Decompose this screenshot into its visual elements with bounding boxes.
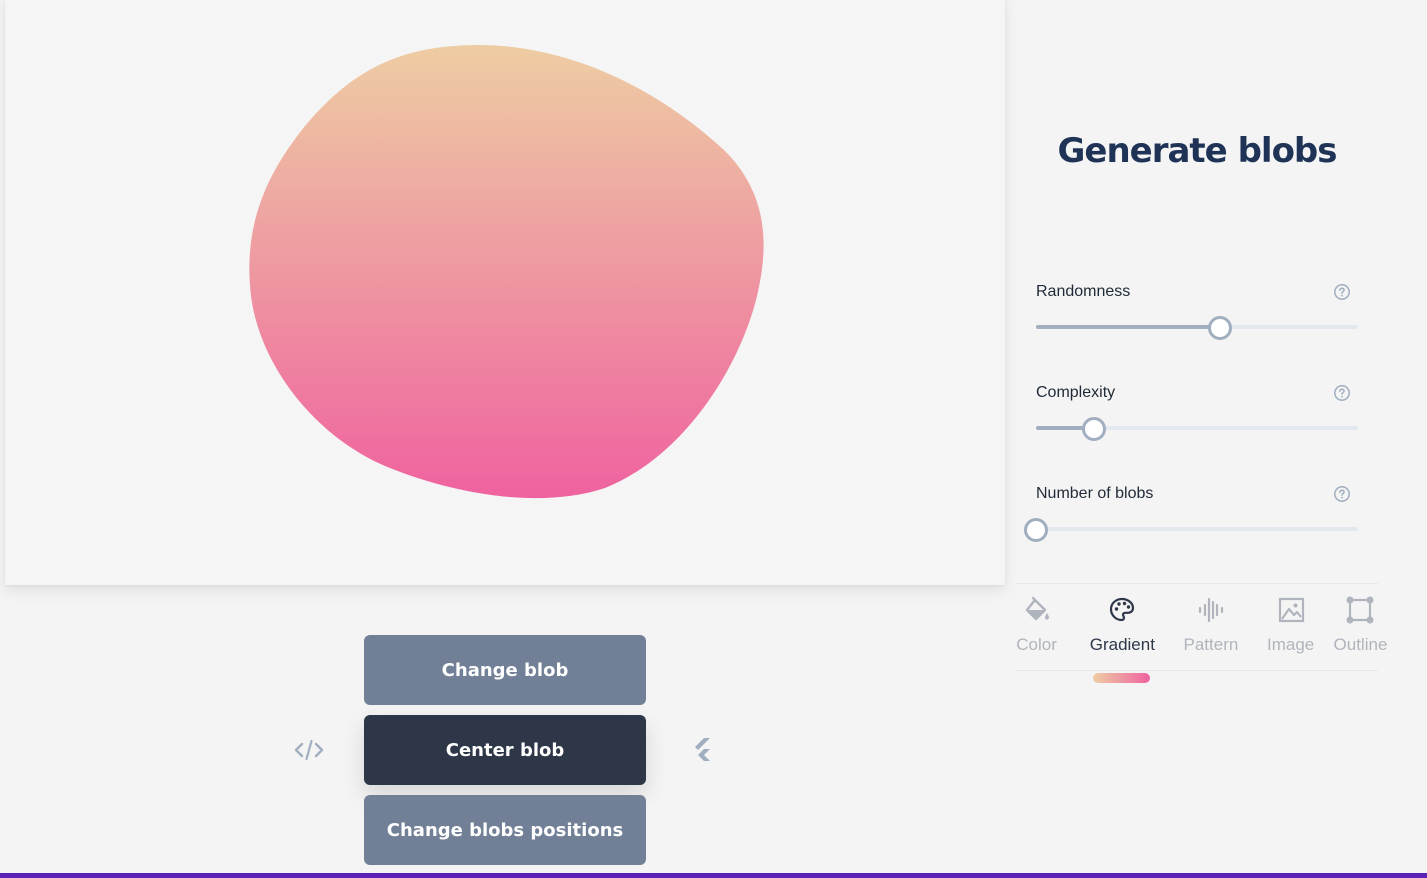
paint-bucket-icon bbox=[1022, 595, 1052, 625]
number-of-blobs-control: Number of blobs bbox=[1024, 485, 1358, 542]
help-circle-icon[interactable] bbox=[1333, 283, 1351, 301]
tab-gradient-label: Gradient bbox=[1089, 635, 1155, 654]
slider-thumb[interactable] bbox=[1081, 417, 1106, 441]
code-icon[interactable] bbox=[292, 735, 326, 765]
complexity-label: Complexity bbox=[1036, 384, 1116, 401]
slider-thumb[interactable] bbox=[1207, 316, 1232, 340]
change-blob-button[interactable]: Change blob bbox=[364, 635, 646, 705]
flutter-icon[interactable] bbox=[685, 735, 719, 765]
tab-image-label: Image bbox=[1266, 635, 1315, 654]
tab-pattern[interactable]: Pattern bbox=[1172, 584, 1251, 672]
number-of-blobs-slider[interactable] bbox=[1024, 518, 1358, 542]
complexity-slider[interactable] bbox=[1036, 417, 1358, 441]
slider-track bbox=[1036, 527, 1358, 531]
tab-pattern-label: Pattern bbox=[1183, 635, 1239, 654]
number-of-blobs-label: Number of blobs bbox=[1036, 485, 1154, 502]
page-title: Generate blobs bbox=[1057, 131, 1337, 171]
change-blobs-positions-button[interactable]: Change blobs positions bbox=[364, 795, 646, 865]
tab-color[interactable]: Color bbox=[1010, 584, 1063, 672]
randomness-label: Randomness bbox=[1036, 283, 1131, 300]
center-blob-button[interactable]: Center blob bbox=[364, 715, 646, 785]
tab-outline-label: Outline bbox=[1333, 635, 1388, 654]
complexity-control: Complexity bbox=[1036, 384, 1358, 441]
blob-shape bbox=[249, 44, 764, 499]
randomness-slider[interactable] bbox=[1036, 316, 1358, 340]
image-icon bbox=[1276, 595, 1306, 625]
settings-panel: Generate blobs Randomness Complexity Num… bbox=[1016, 0, 1387, 878]
waveform-icon bbox=[1196, 595, 1226, 625]
accent-bottom-bar bbox=[0, 873, 1427, 878]
palette-icon bbox=[1107, 595, 1137, 625]
help-circle-icon[interactable] bbox=[1333, 485, 1351, 503]
action-buttons: Change blob Center blob Change blobs pos… bbox=[364, 635, 646, 875]
blob-preview bbox=[249, 44, 764, 499]
help-circle-icon[interactable] bbox=[1333, 384, 1351, 402]
tab-color-label: Color bbox=[1016, 635, 1057, 654]
slider-fill bbox=[1036, 325, 1220, 329]
blob-canvas bbox=[5, 0, 1005, 585]
tab-outline[interactable]: Outline bbox=[1331, 584, 1390, 672]
fill-type-tabs: Color Gradient Pattern Image Outline bbox=[1016, 583, 1387, 672]
tab-image[interactable]: Image bbox=[1250, 584, 1331, 672]
active-tab-indicator bbox=[1093, 673, 1150, 683]
randomness-control: Randomness bbox=[1036, 283, 1358, 340]
tab-gradient[interactable]: Gradient bbox=[1073, 584, 1171, 672]
slider-thumb[interactable] bbox=[1024, 518, 1048, 542]
outline-square-icon bbox=[1345, 595, 1375, 625]
